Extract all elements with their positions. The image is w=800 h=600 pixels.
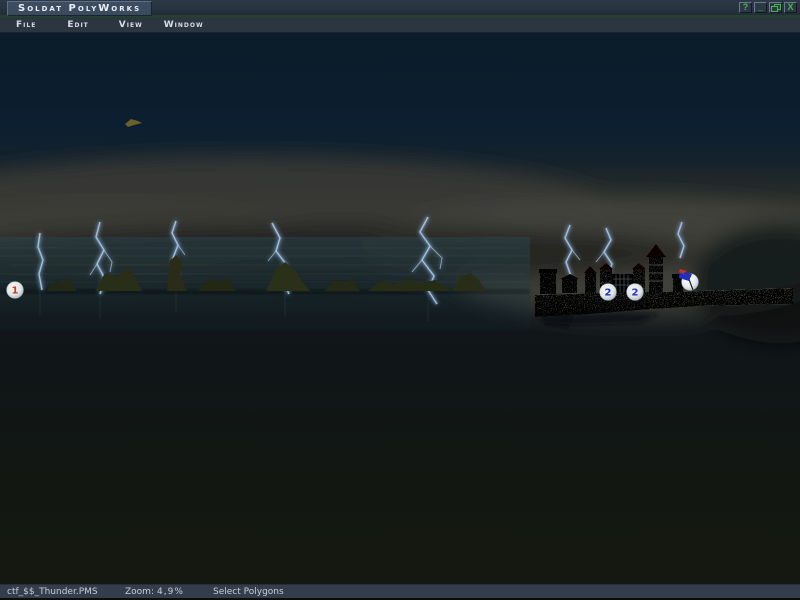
- restore-icon: [772, 5, 779, 11]
- svg-text:2: 2: [632, 288, 639, 299]
- bird-icon: [125, 119, 142, 127]
- window-controls: ? _ X: [739, 2, 797, 13]
- menu-edit[interactable]: Edit: [67, 20, 88, 30]
- close-icon: X: [787, 3, 793, 12]
- water-region: [0, 237, 530, 330]
- status-zoom-label: Zoom:: [125, 587, 154, 597]
- svg-text:1: 1: [12, 286, 19, 297]
- spawn-marker[interactable]: 1: [7, 282, 24, 299]
- help-button[interactable]: ?: [739, 2, 752, 13]
- menu-view[interactable]: View: [119, 20, 143, 30]
- restore-button[interactable]: [769, 2, 782, 13]
- close-button[interactable]: X: [784, 2, 797, 13]
- minimize-icon: _: [758, 3, 763, 12]
- status-bar: ctf_$$_Thunder.PMS Zoom: 4,9% Select Pol…: [0, 584, 800, 598]
- spawn-marker[interactable]: 2: [627, 284, 644, 301]
- status-tool-mode: Select Polygons: [213, 587, 284, 597]
- status-zoom-value: 4,9%: [157, 587, 184, 597]
- app-window: Soldat PolyWorks ? _ X File Edit View Wi…: [0, 0, 800, 600]
- title-bar: Soldat PolyWorks ? _ X: [0, 0, 800, 17]
- map-editor-viewport[interactable]: 1 2 2: [0, 33, 800, 584]
- bird-sprite: [125, 119, 142, 127]
- help-icon: ?: [743, 3, 749, 12]
- menu-file[interactable]: File: [16, 20, 36, 30]
- window-title: Soldat PolyWorks: [7, 1, 152, 16]
- spawn-marker[interactable]: 2: [600, 284, 617, 301]
- menu-bar: File Edit View Window: [0, 17, 800, 33]
- menu-window[interactable]: Window: [164, 20, 204, 30]
- svg-text:2: 2: [605, 288, 612, 299]
- minimize-button[interactable]: _: [754, 2, 767, 13]
- status-filename: ctf_$$_Thunder.PMS: [7, 587, 98, 597]
